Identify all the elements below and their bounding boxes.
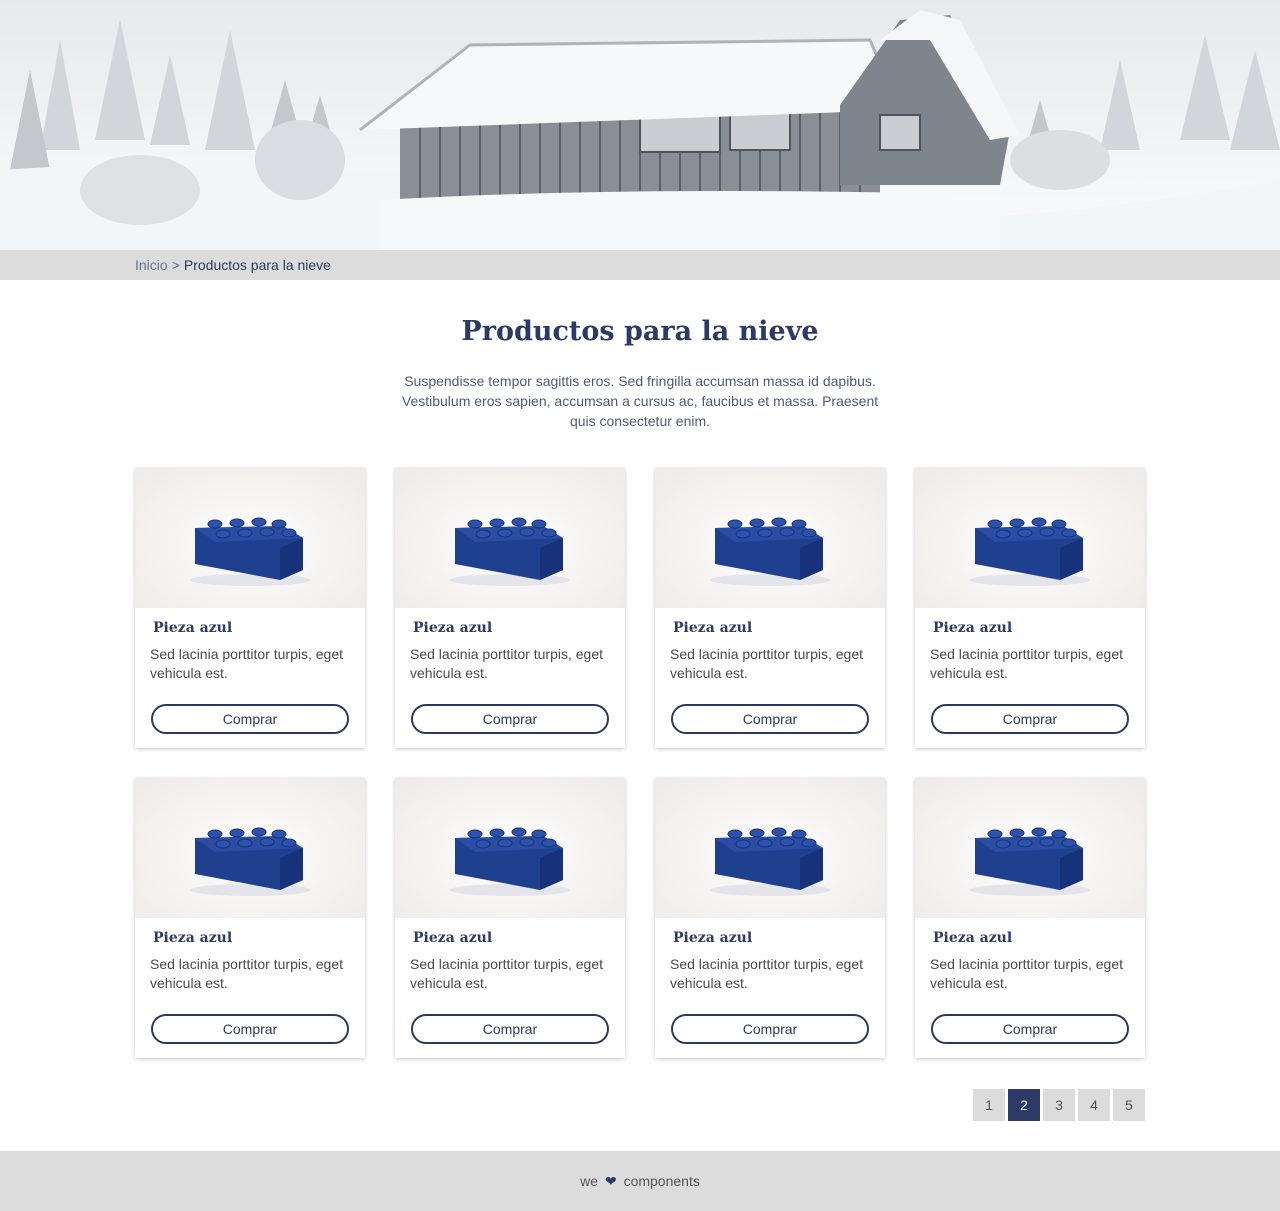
page-intro: Suspendisse tempor sagittis eros. Sed fr… xyxy=(401,373,879,429)
product-image xyxy=(135,468,365,608)
buy-button[interactable]: Comprar xyxy=(671,1014,869,1044)
product-card: Pieza azul Sed lacinia porttitor turpis,… xyxy=(915,468,1145,748)
heart-icon: ❤ xyxy=(604,1173,617,1189)
breadcrumb-separator: > xyxy=(171,257,180,273)
page-title: Productos para la nieve xyxy=(461,316,819,347)
blue-brick-image xyxy=(970,517,1090,586)
buy-button[interactable]: Comprar xyxy=(411,1014,609,1044)
page-button-4[interactable]: 4 xyxy=(1078,1089,1110,1121)
footer-suffix: components xyxy=(623,1173,700,1189)
product-description: Sed lacinia porttitor turpis, eget vehic… xyxy=(670,956,863,991)
page-button-5[interactable]: 5 xyxy=(1113,1089,1145,1121)
breadcrumb: Inicio > Productos para la nieve xyxy=(135,257,331,273)
snowy-cabin-image xyxy=(0,10,1280,250)
product-card: Pieza azul Sed lacinia porttitor turpis,… xyxy=(135,778,365,1058)
product-image xyxy=(655,778,885,918)
product-name: Pieza azul xyxy=(673,930,753,946)
buy-button[interactable]: Comprar xyxy=(931,1014,1129,1044)
footer-prefix: we xyxy=(580,1173,599,1189)
product-name: Pieza azul xyxy=(673,620,753,636)
product-name: Pieza azul xyxy=(153,930,233,946)
product-name: Pieza azul xyxy=(153,620,233,636)
hero-banner xyxy=(0,0,1280,250)
blue-brick-image xyxy=(190,827,310,896)
buy-button[interactable]: Comprar xyxy=(931,704,1129,734)
buy-button[interactable]: Comprar xyxy=(671,704,869,734)
product-card: Pieza azul Sed lacinia porttitor turpis,… xyxy=(395,468,625,748)
product-description: Sed lacinia porttitor turpis, eget vehic… xyxy=(930,646,1123,681)
footer: we ❤ components xyxy=(0,1151,1280,1211)
product-description: Sed lacinia porttitor turpis, eget vehic… xyxy=(670,646,863,681)
product-description: Sed lacinia porttitor turpis, eget vehic… xyxy=(150,646,343,681)
blue-brick-image xyxy=(710,517,830,586)
product-image xyxy=(915,468,1145,608)
blue-brick-image xyxy=(970,827,1090,896)
product-card: Pieza azul Sed lacinia porttitor turpis,… xyxy=(915,778,1145,1058)
breadcrumb-home-link[interactable]: Inicio xyxy=(135,257,168,273)
page-button-1[interactable]: 1 xyxy=(973,1089,1005,1121)
product-card: Pieza azul Sed lacinia porttitor turpis,… xyxy=(395,778,625,1058)
buy-button[interactable]: Comprar xyxy=(151,704,349,734)
product-description: Sed lacinia porttitor turpis, eget vehic… xyxy=(410,956,603,991)
page-button-3[interactable]: 3 xyxy=(1043,1089,1075,1121)
buy-button[interactable]: Comprar xyxy=(151,1014,349,1044)
buy-button[interactable]: Comprar xyxy=(411,704,609,734)
breadcrumb-current: Productos para la nieve xyxy=(183,257,331,273)
product-name: Pieza azul xyxy=(933,620,1013,636)
product-image xyxy=(915,778,1145,918)
page-button-2-current[interactable]: 2 xyxy=(1008,1089,1040,1121)
breadcrumb-bar: Inicio > Productos para la nieve xyxy=(0,250,1280,280)
product-description: Sed lacinia porttitor turpis, eget vehic… xyxy=(930,956,1123,991)
blue-brick-image xyxy=(450,517,570,586)
product-card: Pieza azul Sed lacinia porttitor turpis,… xyxy=(655,468,885,748)
product-card: Pieza azul Sed lacinia porttitor turpis,… xyxy=(135,468,365,748)
product-image xyxy=(135,778,365,918)
product-name: Pieza azul xyxy=(413,930,493,946)
product-image xyxy=(395,778,625,918)
product-name: Pieza azul xyxy=(933,930,1013,946)
blue-brick-image xyxy=(710,827,830,896)
product-card: Pieza azul Sed lacinia porttitor turpis,… xyxy=(655,778,885,1058)
product-description: Sed lacinia porttitor turpis, eget vehic… xyxy=(410,646,603,681)
product-description: Sed lacinia porttitor turpis, eget vehic… xyxy=(150,956,343,991)
product-name: Pieza azul xyxy=(413,620,493,636)
blue-brick-image xyxy=(450,827,570,896)
product-image xyxy=(655,468,885,608)
blue-brick-image xyxy=(190,517,310,586)
product-image xyxy=(395,468,625,608)
